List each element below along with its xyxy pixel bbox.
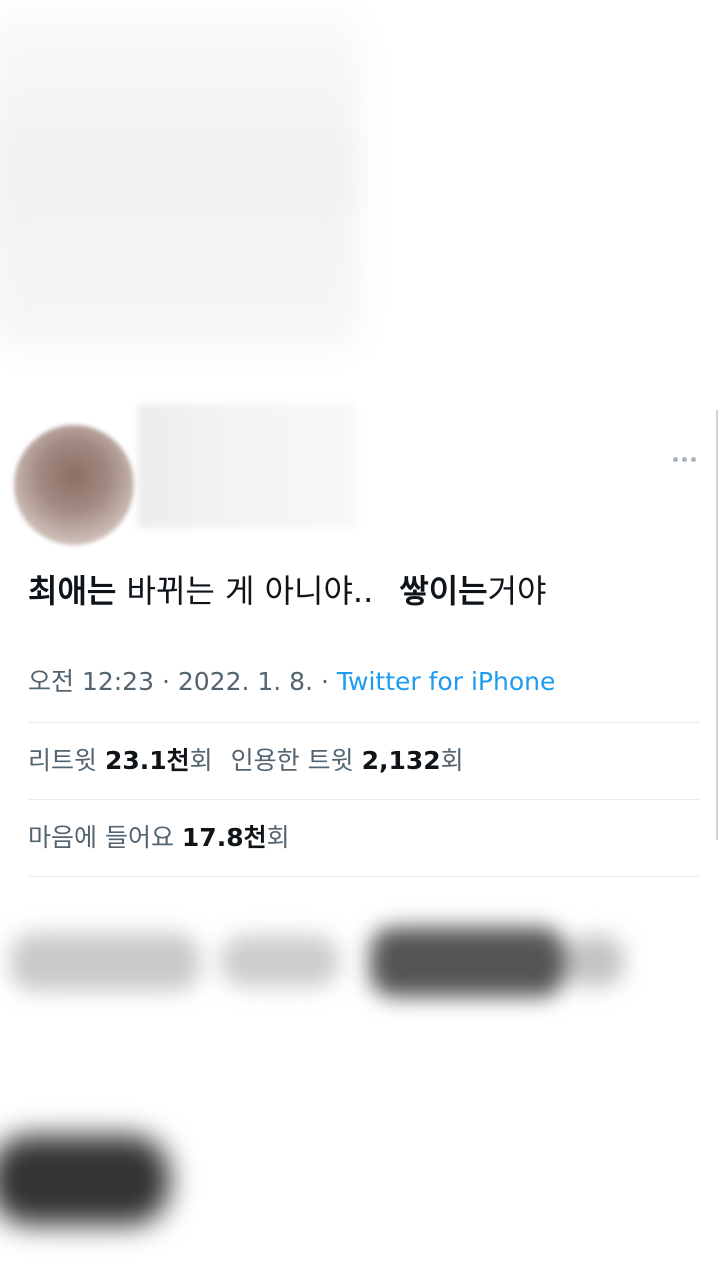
screenshot-edge xyxy=(716,410,718,840)
tweet-text-bold: 쌓이는 xyxy=(399,572,488,610)
more-horizontal-icon[interactable] xyxy=(668,449,700,469)
retweets-stat[interactable]: 리트윗 23.1천회 xyxy=(28,746,213,775)
tweet-time[interactable]: 오전 12:23 xyxy=(28,667,154,696)
divider xyxy=(28,722,700,723)
blurred-background-text xyxy=(0,1135,170,1225)
tweet-source-link[interactable]: Twitter for iPhone xyxy=(337,667,555,696)
blurred-previous-content xyxy=(0,10,360,350)
tweet-date[interactable]: 2022. 1. 8. xyxy=(178,667,313,696)
tweet-text-bold: 최애는 xyxy=(28,572,117,610)
divider xyxy=(28,876,700,877)
retweets-label: 리트윗 xyxy=(28,746,98,775)
likes-stat[interactable]: 마음에 들어요 17.8천회 xyxy=(28,820,708,856)
likes-value: 17.8천 xyxy=(181,823,267,852)
dot xyxy=(672,456,678,462)
tweet-text: 최애는 바뀌는 게 아니야.. 쌓이는거야 xyxy=(28,566,708,616)
tweet-text-regular: 바뀌는 게 아니야.. xyxy=(116,572,374,610)
retweets-value: 23.1천 xyxy=(104,746,190,775)
meta-separator: · xyxy=(161,667,170,696)
retweets-unit: 회 xyxy=(189,746,213,775)
dot xyxy=(690,456,696,462)
tweet-timestamp: 오전 12:23 · 2022. 1. 8. · Twitter for iPh… xyxy=(28,664,708,700)
blurred-user-name[interactable] xyxy=(138,404,356,528)
quotes-label: 인용한 트윗 xyxy=(230,746,354,775)
quotes-stat[interactable]: 인용한 트윗 2,132회 xyxy=(231,746,464,775)
divider xyxy=(28,799,700,800)
quotes-value: 2,132 xyxy=(361,746,441,775)
dot xyxy=(681,456,687,462)
avatar[interactable] xyxy=(14,425,134,545)
likes-label: 마음에 들어요 xyxy=(28,823,174,852)
tweet-text-regular: 거야 xyxy=(487,572,547,610)
likes-unit: 회 xyxy=(266,823,290,852)
meta-separator: · xyxy=(320,667,329,696)
quotes-unit: 회 xyxy=(440,746,464,775)
retweet-quote-stats: 리트윗 23.1천회 인용한 트윗 2,132회 xyxy=(28,743,708,779)
blurred-background-stats xyxy=(0,905,640,1015)
